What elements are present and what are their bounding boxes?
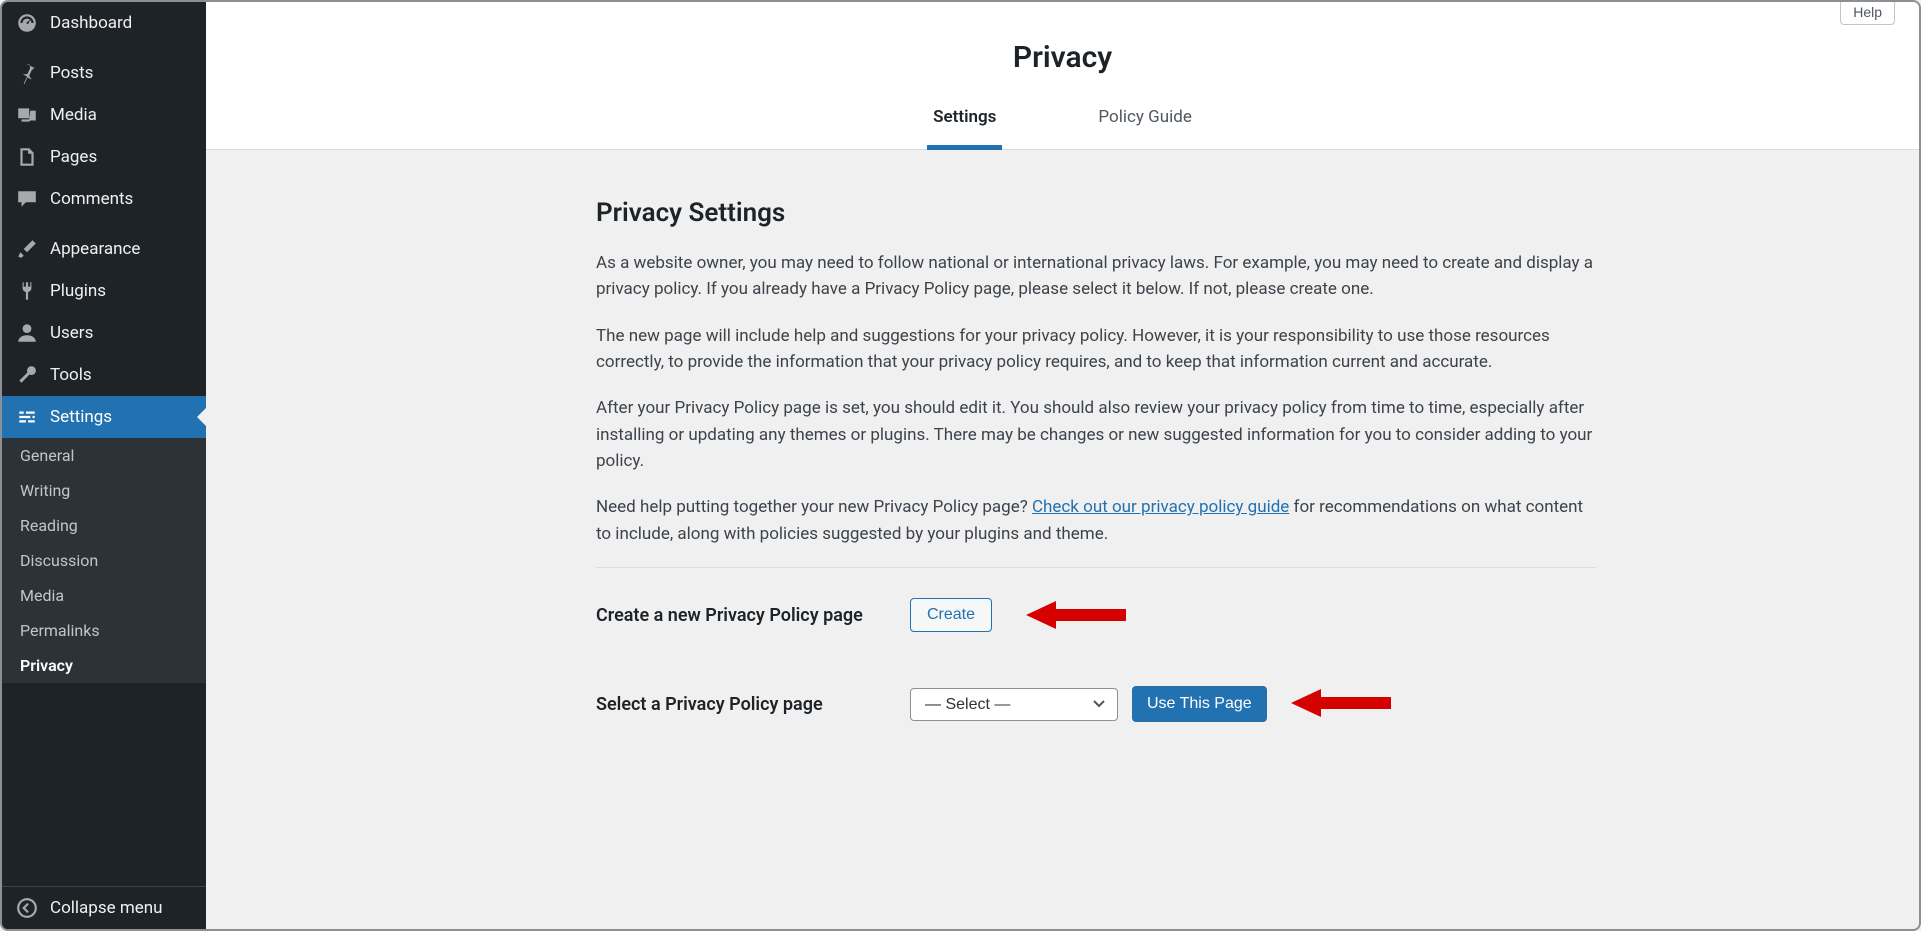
collapse-label: Collapse menu — [50, 898, 163, 918]
sidebar-item-media[interactable]: Media — [2, 94, 206, 136]
page-icon — [16, 146, 38, 168]
create-button[interactable]: Create — [910, 598, 992, 632]
sliders-icon — [16, 406, 38, 428]
intro-paragraph-3: After your Privacy Policy page is set, y… — [596, 395, 1596, 474]
sidebar-label: Posts — [50, 63, 93, 83]
media-icon — [16, 104, 38, 126]
sidebar-label: Dashboard — [50, 13, 132, 33]
divider — [596, 567, 1596, 568]
main-content: Help Privacy Settings Policy Guide Priva… — [206, 2, 1919, 929]
help-button[interactable]: Help — [1840, 0, 1895, 25]
sidebar-item-users[interactable]: Users — [2, 312, 206, 354]
collapse-icon — [16, 897, 38, 919]
settings-submenu: General Writing Reading Discussion Media… — [2, 438, 206, 683]
section-heading: Privacy Settings — [596, 198, 1626, 228]
sidebar-label: Users — [50, 323, 93, 343]
p4-prefix: Need help putting together your new Priv… — [596, 497, 1032, 517]
sidebar-item-comments[interactable]: Comments — [2, 178, 206, 220]
tab-policy-guide[interactable]: Policy Guide — [1092, 93, 1197, 149]
privacy-page-select[interactable]: — Select — — [910, 688, 1118, 721]
sidebar-item-plugins[interactable]: Plugins — [2, 270, 206, 312]
sidebar-label: Comments — [50, 189, 133, 209]
sidebar-item-pages[interactable]: Pages — [2, 136, 206, 178]
sidebar-label: Pages — [50, 147, 97, 167]
page-title: Privacy — [206, 2, 1919, 93]
sidebar-item-dashboard[interactable]: Dashboard — [2, 2, 206, 44]
submenu-permalinks[interactable]: Permalinks — [2, 613, 206, 648]
sidebar-label: Plugins — [50, 281, 106, 301]
submenu-writing[interactable]: Writing — [2, 473, 206, 508]
dashboard-icon — [16, 12, 38, 34]
sidebar-item-settings[interactable]: Settings — [2, 396, 206, 438]
select-label: Select a Privacy Policy page — [596, 694, 910, 715]
annotation-arrow-create — [1026, 596, 1126, 638]
submenu-general[interactable]: General — [2, 438, 206, 473]
use-this-page-button[interactable]: Use This Page — [1132, 686, 1267, 722]
page-header: Help Privacy Settings Policy Guide — [206, 2, 1919, 150]
sidebar-label: Appearance — [50, 239, 140, 259]
intro-paragraph-2: The new page will include help and sugge… — [596, 323, 1596, 376]
pin-icon — [16, 62, 38, 84]
admin-sidebar: Dashboard Posts Media Pages Comments App… — [2, 2, 206, 929]
create-row: Create a new Privacy Policy page Create — [596, 598, 1626, 632]
sidebar-label: Settings — [50, 407, 112, 427]
tab-settings[interactable]: Settings — [927, 93, 1002, 150]
sidebar-label: Tools — [50, 365, 92, 385]
user-icon — [16, 322, 38, 344]
sidebar-item-tools[interactable]: Tools — [2, 354, 206, 396]
sidebar-label: Media — [50, 105, 97, 125]
content-area: Privacy Settings As a website owner, you… — [206, 150, 1626, 776]
intro-paragraph-1: As a website owner, you may need to foll… — [596, 250, 1596, 303]
brush-icon — [16, 238, 38, 260]
select-row: Select a Privacy Policy page — Select — … — [596, 686, 1626, 722]
comment-icon — [16, 188, 38, 210]
submenu-discussion[interactable]: Discussion — [2, 543, 206, 578]
submenu-reading[interactable]: Reading — [2, 508, 206, 543]
policy-guide-link[interactable]: Check out our privacy policy guide — [1032, 497, 1289, 517]
submenu-privacy[interactable]: Privacy — [2, 648, 206, 683]
tabs: Settings Policy Guide — [206, 93, 1919, 149]
sidebar-item-appearance[interactable]: Appearance — [2, 228, 206, 270]
collapse-menu[interactable]: Collapse menu — [2, 886, 206, 929]
create-label: Create a new Privacy Policy page — [596, 605, 910, 626]
plug-icon — [16, 280, 38, 302]
submenu-media[interactable]: Media — [2, 578, 206, 613]
annotation-arrow-use — [1291, 684, 1391, 726]
sidebar-item-posts[interactable]: Posts — [2, 52, 206, 94]
wrench-icon — [16, 364, 38, 386]
intro-paragraph-4: Need help putting together your new Priv… — [596, 494, 1596, 547]
